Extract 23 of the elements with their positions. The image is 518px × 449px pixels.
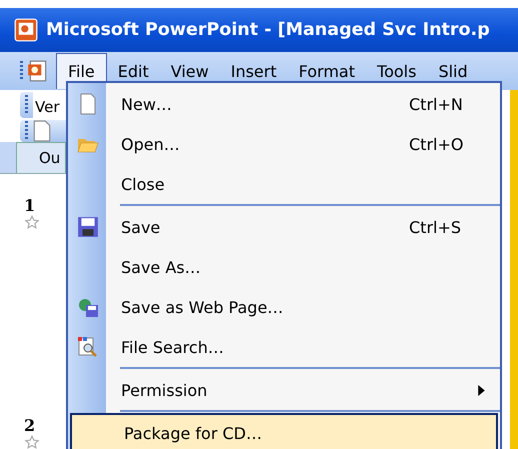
grip-icon bbox=[20, 61, 23, 81]
new-document-icon[interactable] bbox=[33, 120, 51, 142]
window-title: Microsoft PowerPoint - [Managed Svc Intro.p bbox=[46, 20, 490, 40]
view-field[interactable]: Ver bbox=[33, 92, 66, 118]
submenu-arrow-icon bbox=[478, 384, 485, 396]
menu-option[interactable]: File Search… bbox=[68, 327, 500, 367]
slide-number: 2 bbox=[24, 416, 36, 435]
outline-tab[interactable]: Ou bbox=[16, 142, 66, 173]
menu-option[interactable]: Package for CD… bbox=[70, 413, 498, 449]
menu-option[interactable]: Save As… bbox=[68, 247, 500, 287]
app-icon bbox=[14, 18, 38, 42]
grip-icon bbox=[25, 121, 28, 141]
star-icon bbox=[24, 215, 40, 229]
file-search-icon bbox=[77, 336, 99, 358]
menu-option[interactable]: Permission bbox=[68, 370, 500, 410]
slide-number: 1 bbox=[24, 196, 36, 215]
menu-option[interactable]: Save as Web Page… bbox=[68, 287, 500, 327]
star-icon bbox=[24, 435, 40, 449]
menu-option[interactable]: Save Ctrl+S bbox=[68, 207, 500, 247]
menu-option[interactable]: Open… Ctrl+O bbox=[68, 124, 500, 164]
grip-icon bbox=[25, 95, 28, 115]
web-page-icon bbox=[77, 296, 99, 318]
menu-option[interactable]: Close bbox=[68, 164, 500, 204]
